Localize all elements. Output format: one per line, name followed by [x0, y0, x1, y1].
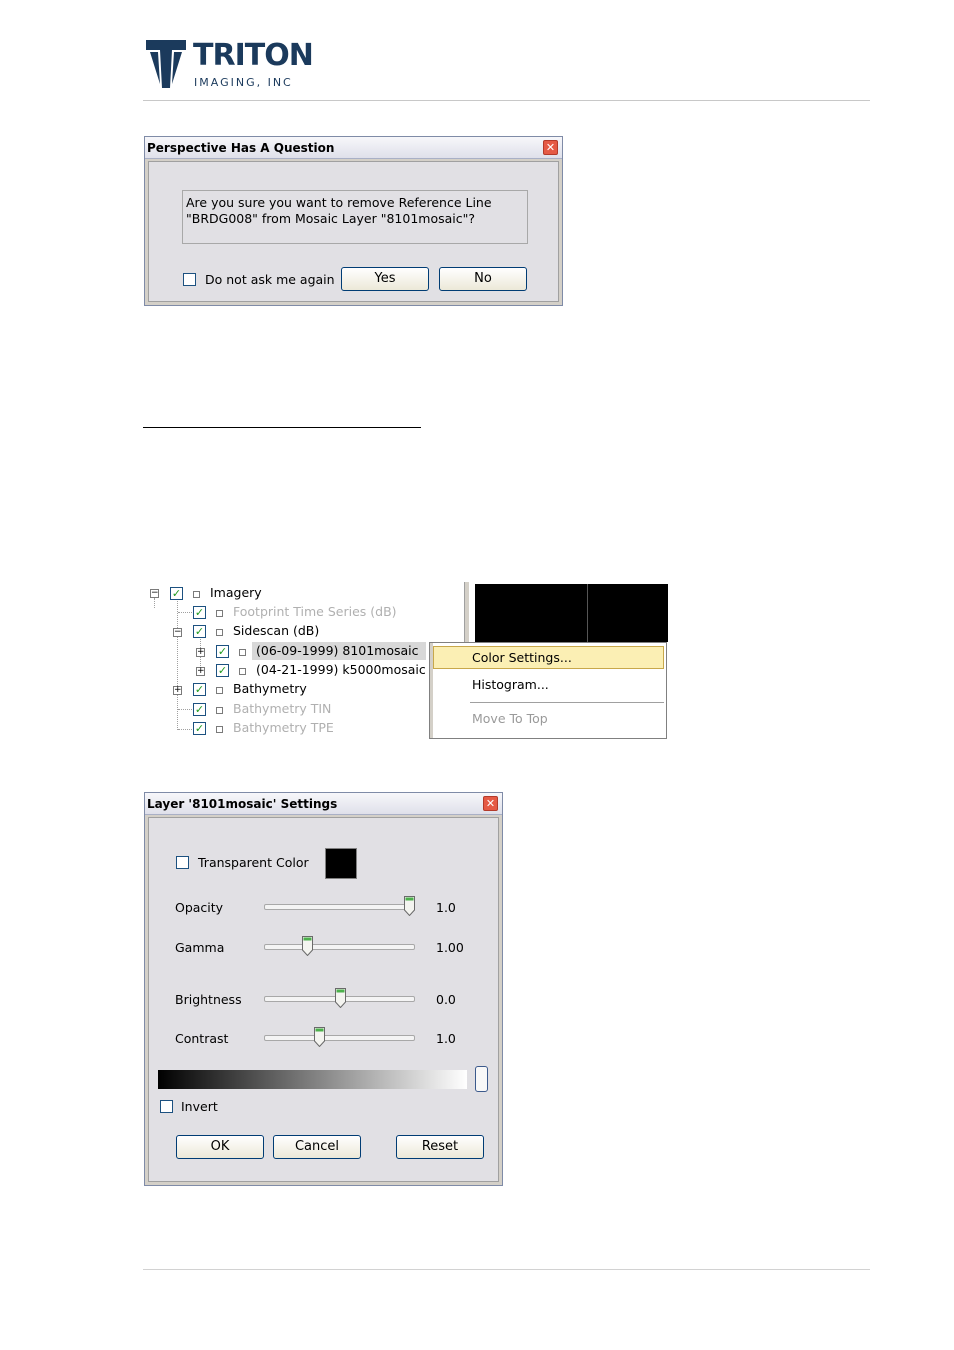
yes-button[interactable]: Yes: [341, 267, 429, 291]
color-gradient-bar: [158, 1070, 467, 1089]
no-button[interactable]: No: [439, 267, 527, 291]
checkbox-checked[interactable]: ✓: [193, 683, 206, 696]
dialog-title: Layer '8101mosaic' Settings: [147, 797, 338, 811]
layer-icon: [216, 726, 223, 733]
transparent-checkbox[interactable]: [176, 856, 189, 869]
contrast-label: Contrast: [175, 1031, 229, 1046]
dialog-title: Perspective Has A Question: [147, 141, 335, 155]
contrast-slider-thumb[interactable]: [314, 1027, 326, 1047]
gradient-handle[interactable]: [475, 1066, 488, 1092]
header-divider: [143, 100, 870, 101]
dont-ask-label: Do not ask me again: [205, 272, 335, 287]
checkbox-checked[interactable]: ✓: [193, 722, 206, 735]
opacity-label: Opacity: [175, 900, 224, 915]
message-line-1: Are you sure you want to remove Referenc…: [186, 195, 492, 210]
close-icon[interactable]: ✕: [483, 796, 498, 811]
layer-settings-dialog: Layer '8101mosaic' Settings ✕ Transparen…: [144, 792, 503, 1186]
tree-item-k5000mosaic[interactable]: (04-21-1999) k5000mosaic: [256, 662, 426, 680]
opacity-value: 1.0: [436, 900, 456, 915]
gamma-value: 1.00: [436, 940, 464, 955]
question-dialog: Perspective Has A Question ✕ Are you sur…: [144, 136, 563, 306]
tree-item-bathymetry-tpe[interactable]: Bathymetry TPE: [233, 720, 334, 738]
map-view: [475, 584, 668, 642]
contrast-value: 1.0: [436, 1031, 456, 1046]
ok-button[interactable]: OK: [176, 1135, 264, 1159]
map-view-divider: [587, 584, 588, 642]
menu-item-color-settings[interactable]: Color Settings...: [472, 650, 572, 665]
brightness-label: Brightness: [175, 992, 242, 1007]
opacity-slider-thumb[interactable]: [404, 896, 415, 916]
layer-icon: [216, 610, 223, 617]
tree-line: [178, 729, 192, 730]
message-line-2: "BRDG008" from Mosaic Layer "8101mosaic"…: [186, 211, 476, 226]
collapse-icon[interactable]: −: [173, 628, 182, 637]
layer-icon: [239, 668, 246, 675]
tree-line: [178, 709, 192, 710]
checkbox-checked[interactable]: ✓: [170, 587, 183, 600]
footer-divider: [143, 1269, 870, 1270]
gamma-track: [264, 944, 415, 950]
invert-checkbox[interactable]: [160, 1100, 173, 1113]
transparent-label: Transparent Color: [198, 855, 309, 870]
tree-item-footprint[interactable]: Footprint Time Series (dB): [233, 604, 397, 622]
checkbox-checked[interactable]: ✓: [193, 703, 206, 716]
logo-subtitle: IMAGING, INC: [194, 76, 293, 89]
tree-item-bathymetry[interactable]: Bathymetry: [233, 681, 307, 699]
tree-line: [154, 598, 155, 608]
layer-icon: [239, 649, 246, 656]
logo-wordmark: TRITON: [193, 38, 314, 73]
context-menu: Color Settings... Histogram... Move To T…: [429, 642, 667, 739]
expand-icon[interactable]: +: [173, 686, 182, 695]
gamma-label: Gamma: [175, 940, 225, 955]
opacity-track: [264, 904, 415, 910]
dialog-body: Are you sure you want to remove Referenc…: [148, 161, 559, 302]
layer-icon: [193, 591, 200, 598]
reset-button[interactable]: Reset: [396, 1135, 484, 1159]
checkbox-checked[interactable]: ✓: [193, 625, 206, 638]
transparent-color-swatch[interactable]: [325, 848, 357, 879]
layer-icon: [216, 629, 223, 636]
checkbox-checked[interactable]: ✓: [216, 645, 229, 658]
dialog-titlebar: Layer '8101mosaic' Settings ✕: [145, 793, 502, 815]
checkbox-checked[interactable]: ✓: [216, 664, 229, 677]
invert-label: Invert: [181, 1099, 218, 1114]
checkbox-checked[interactable]: ✓: [193, 606, 206, 619]
tree-item-bathymetry-tin[interactable]: Bathymetry TIN: [233, 701, 331, 719]
tree-line: [177, 598, 178, 730]
menu-item-move-to-top[interactable]: Move To Top: [472, 711, 548, 726]
brightness-slider-thumb[interactable]: [335, 988, 346, 1008]
layer-icon: [216, 707, 223, 714]
tree-line: [178, 612, 192, 613]
menu-separator: [470, 702, 664, 703]
layer-icon: [216, 687, 223, 694]
contrast-track: [264, 1035, 415, 1041]
tree-item-imagery[interactable]: Imagery: [210, 585, 262, 603]
menu-item-histogram[interactable]: Histogram...: [472, 677, 549, 692]
dialog-titlebar: Perspective Has A Question ✕: [145, 137, 562, 159]
tree-item-sidescan[interactable]: Sidescan (dB): [233, 623, 319, 641]
dialog-body: Transparent Color Opacity 1.0 Gamma 1.00…: [148, 817, 499, 1182]
cancel-button[interactable]: Cancel: [273, 1135, 361, 1159]
dont-ask-checkbox[interactable]: [183, 273, 196, 286]
tree-item-8101mosaic[interactable]: (06-09-1999) 8101mosaic: [256, 643, 419, 661]
expand-icon[interactable]: +: [196, 667, 205, 676]
triton-logo-icon: [146, 40, 186, 88]
expand-icon[interactable]: +: [196, 648, 205, 657]
close-icon[interactable]: ✕: [543, 140, 558, 155]
section-underline: [143, 427, 421, 428]
brightness-value: 0.0: [436, 992, 456, 1007]
collapse-icon[interactable]: −: [150, 589, 159, 598]
gamma-slider-thumb[interactable]: [301, 936, 313, 956]
